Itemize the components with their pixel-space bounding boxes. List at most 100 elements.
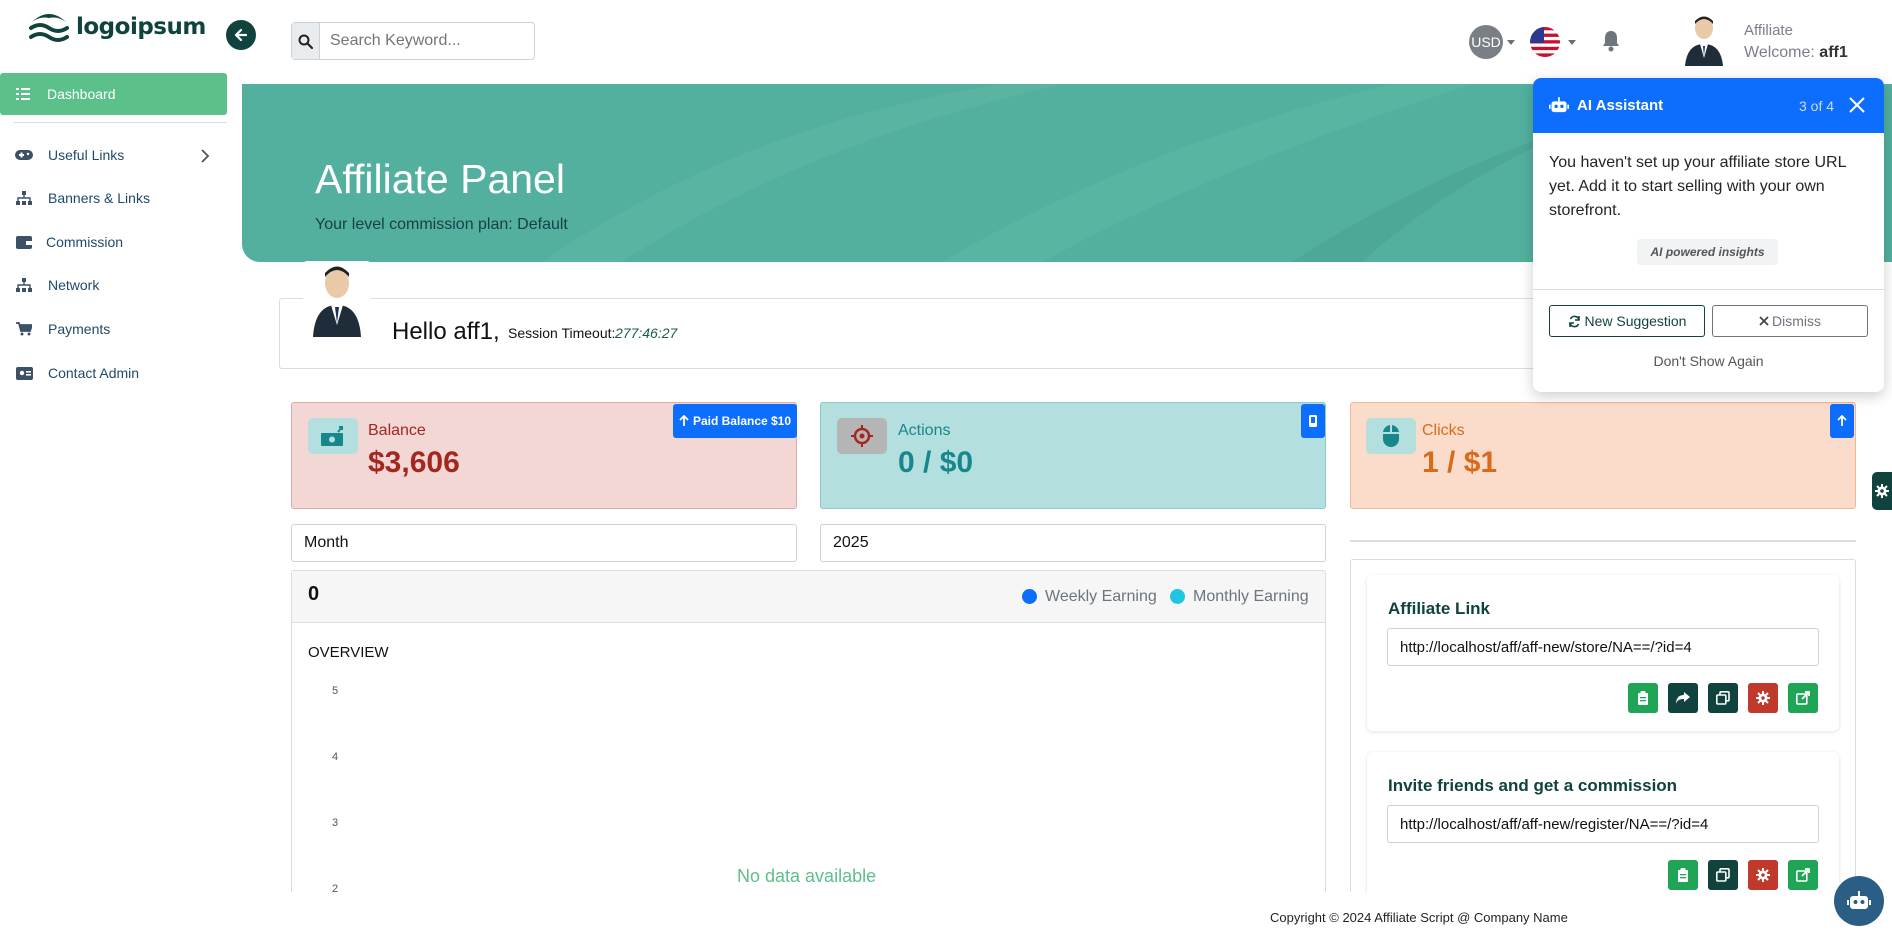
y-tick: 3 [332,817,339,829]
dismiss-button[interactable]: Dismiss [1712,305,1868,337]
actions-card [820,402,1326,509]
external-share-icon [1796,691,1810,705]
sitemap-icon [15,278,33,292]
list-icon [16,88,30,100]
clipboard-button[interactable] [1628,683,1658,713]
us-flag-icon[interactable] [1530,27,1560,57]
copy-button[interactable] [1708,860,1738,890]
mouse-icon [1366,418,1416,454]
settings-button[interactable] [1748,683,1778,713]
id-card-icon [15,366,33,380]
sidebar-item-banners-links[interactable]: Banners & Links [0,183,226,213]
external-share-button[interactable] [1788,860,1818,890]
clipboard-button[interactable] [1668,860,1698,890]
session-timeout-value: 277:46:27 [615,325,678,341]
clipboard-icon [1638,691,1648,705]
month-select[interactable]: Month [291,524,797,562]
sidebar-item-dashboard[interactable]: Dashboard [0,73,227,115]
logo-icon [29,14,69,42]
sidebar-item-commission[interactable]: Commission [0,227,226,257]
gamepad-icon [15,148,33,162]
sidebar-item-label: Useful Links [48,147,125,163]
search-box[interactable] [291,22,535,60]
brand-name: logoipsum [76,14,206,40]
robot-icon [1549,97,1569,113]
sidebar-item-label: Commission [46,234,124,250]
external-share-button[interactable] [1788,683,1818,713]
legend-weekly[interactable]: Weekly Earning [1045,588,1157,606]
copy-icon [1716,868,1730,882]
username: aff1 [1819,44,1848,61]
legend-marker-weekly [1022,589,1037,604]
clicks-label: Clicks [1422,422,1465,439]
sidebar-item-contact-admin[interactable]: Contact Admin [0,358,226,388]
ai-insights-badge: AI powered insights [1637,239,1778,265]
sidebar-item-payments[interactable]: Payments [0,314,226,344]
footer [242,892,1892,944]
avatar [303,261,371,337]
welcome-label: Welcome: [1744,44,1815,61]
new-suggestion-button[interactable]: New Suggestion [1549,305,1705,337]
arrow-left-icon [234,28,248,42]
ai-assistant-button[interactable] [1834,876,1884,926]
ai-popup-title: AI Assistant [1577,97,1664,114]
search-input[interactable] [330,32,520,50]
legend-monthly[interactable]: Monthly Earning [1193,588,1309,606]
theme-settings-tab[interactable] [1872,472,1892,510]
chevron-down-icon[interactable] [1568,40,1576,45]
greeting-text: Hello aff1, [392,318,500,345]
currency-selector[interactable]: USD [1469,25,1503,59]
arrow-up-icon [679,415,689,426]
close-icon [1759,316,1769,326]
gear-icon [1875,484,1889,498]
avatar[interactable] [1683,14,1725,66]
paid-balance-button[interactable]: Paid Balance $10 [673,404,797,438]
chevron-right-icon [201,149,210,163]
share-icon [1676,692,1690,704]
wallet-icon [15,235,33,249]
affiliate-link-title: Affiliate Link [1388,599,1491,618]
clicks-detail-button[interactable] [1830,404,1854,438]
copyright-text: Copyright © 2024 Affiliate Script @ Comp… [1270,910,1568,925]
chevron-down-icon[interactable] [1507,40,1515,45]
page-subtitle: Your level commission plan: Default [315,216,568,233]
y-tick: 5 [332,685,339,697]
mobile-icon [1309,415,1317,427]
share-forward-button[interactable] [1668,683,1698,713]
affiliate-link-field[interactable]: http://localhost/aff/aff-new/store/NA==/… [1387,628,1819,666]
sidebar-collapse-button[interactable] [226,20,256,50]
sitemap-icon [15,191,33,205]
settings-button[interactable] [1748,860,1778,890]
brand-logo[interactable]: logoipsum [28,10,206,44]
page-title: Affiliate Panel [315,156,565,202]
chart-section-title: OVERVIEW [308,644,389,661]
invite-link-field[interactable]: http://localhost/aff/aff-new/register/NA… [1387,805,1819,843]
earnings-chart-card: 0 Weekly Earning Monthly Earning OVERVIE… [291,570,1326,944]
chart-empty-message: No data available [737,866,877,886]
gear-icon [1756,691,1770,705]
chart-total: 0 [308,583,320,605]
sidebar-item-label: Contact Admin [48,365,140,381]
balance-label: Balance [368,422,426,439]
actions-value: 0 / $0 [898,446,974,479]
invite-link-title: Invite friends and get a commission [1388,776,1678,795]
year-select[interactable]: 2025 [820,524,1326,562]
clicks-value: 1 / $1 [1422,446,1498,479]
gear-icon [1756,868,1770,882]
sidebar-divider [13,122,227,123]
ai-assistant-popup: AI Assistant 3 of 4 You haven't set up y… [1533,78,1884,392]
actions-detail-button[interactable] [1301,404,1325,438]
dont-show-again-link[interactable]: Don't Show Again [1533,353,1884,369]
divider [1533,289,1884,290]
copy-button[interactable] [1708,683,1738,713]
close-icon[interactable] [1846,94,1868,116]
balance-value: $3,606 [368,446,460,479]
bell-icon[interactable] [1600,29,1622,57]
clipboard-icon [1678,868,1688,882]
new-suggestion-label: New Suggestion [1584,313,1687,329]
sidebar-item-useful-links[interactable]: Useful Links [0,140,226,170]
copy-icon [1716,691,1730,705]
external-share-icon [1796,868,1810,882]
sidebar-item-network[interactable]: Network [0,270,226,300]
paid-balance-label: Paid Balance $10 [692,414,792,428]
